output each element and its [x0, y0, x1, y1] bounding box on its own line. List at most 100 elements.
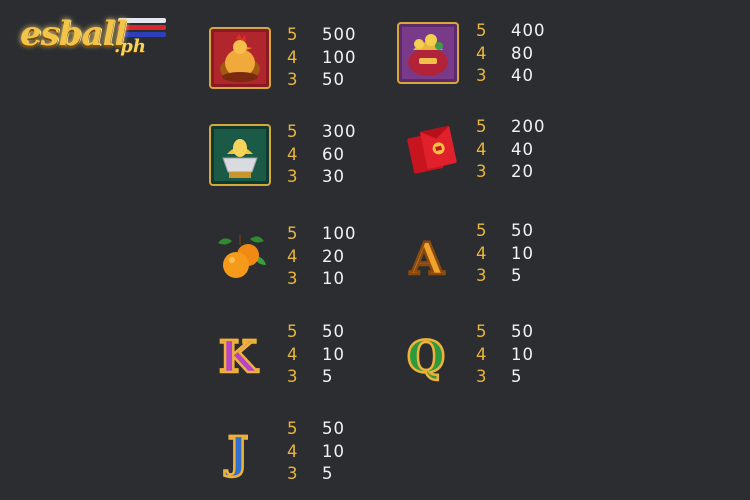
payout-value: 50: [322, 322, 345, 341]
pay-row: 4 20: [287, 246, 357, 269]
payout-value: 200: [511, 117, 546, 136]
pay-row: 3 30: [287, 166, 357, 189]
paytable-rows-gold-ingot: 5 300 4 60 3 30: [287, 121, 357, 189]
pay-row: 5 50: [287, 321, 345, 344]
pay-row: 3 10: [287, 268, 357, 291]
paytable-rows-letter-j: 5 50 4 10 35: [287, 418, 345, 486]
paytable-rows-letter-a: 5 50 4 10 35: [476, 220, 534, 288]
paytable-rows-letter-k: 5 50 4 10 35: [287, 321, 345, 389]
match-count: 4: [476, 344, 488, 364]
paytable-rows-oranges: 5 100 4 20 3 10: [287, 223, 357, 291]
match-count: 3: [476, 367, 488, 386]
match-count: 5: [476, 117, 488, 136]
esball-logo: esball .ph: [18, 12, 168, 64]
logo-main-text: esball: [20, 14, 127, 54]
pay-row: 3 40: [476, 65, 546, 88]
payout-value: 20: [511, 162, 534, 181]
pay-row: 35: [287, 366, 345, 389]
svg-text:A: A: [409, 234, 445, 285]
pay-row: 3 20: [476, 161, 546, 184]
pay-row: 5 400: [476, 20, 546, 43]
pay-row: 5 50: [476, 220, 534, 243]
match-count: 5: [476, 21, 488, 40]
svg-text:Q: Q: [407, 332, 445, 383]
payout-value: 80: [511, 43, 534, 63]
payout-value: 50: [511, 221, 534, 240]
match-count: 4: [476, 243, 488, 263]
pay-row: 4 10: [476, 344, 534, 367]
payout-value: 10: [511, 344, 534, 364]
pay-row: 4 10: [287, 344, 345, 367]
pay-row: 5 50: [287, 418, 345, 441]
payout-value: 50: [322, 419, 345, 438]
match-count: 4: [287, 144, 299, 164]
match-count: 5: [287, 322, 299, 341]
pay-row: 5 100: [287, 223, 357, 246]
pay-row: 35: [476, 265, 534, 288]
pay-row: 3 50: [287, 69, 357, 92]
payout-value: 20: [322, 246, 345, 266]
match-count: 5: [287, 419, 299, 438]
logo-sub-text: .ph: [114, 36, 146, 57]
match-count: 3: [476, 162, 488, 181]
payout-value: 50: [322, 70, 345, 89]
payout-value: 5: [322, 464, 334, 483]
match-count: 5: [476, 322, 488, 341]
payout-value: 40: [511, 139, 534, 159]
payout-value: 10: [322, 344, 345, 364]
payout-value: 100: [322, 224, 357, 243]
paytable-rows-red-envelope: 5 200 4 40 3 20: [476, 116, 546, 184]
pay-row: 4 60: [287, 144, 357, 167]
payout-value: 10: [511, 243, 534, 263]
match-count: 5: [287, 25, 299, 44]
pay-row: 5 50: [476, 321, 534, 344]
pay-row: 4 100: [287, 47, 357, 70]
golden-rooster-icon: [209, 27, 271, 89]
pay-row: 4 10: [287, 441, 345, 464]
pay-row: 5 500: [287, 24, 357, 47]
payout-value: 100: [322, 47, 357, 67]
match-count: 4: [287, 246, 299, 266]
payout-value: 5: [511, 266, 523, 285]
pay-row: 35: [287, 463, 345, 486]
pay-row: 4 10: [476, 243, 534, 266]
pay-row: 5 300: [287, 121, 357, 144]
payout-value: 500: [322, 25, 357, 44]
match-count: 4: [476, 43, 488, 63]
payout-value: 40: [511, 66, 534, 85]
letter-k-icon: K: [207, 324, 269, 386]
treasure-bag-icon: [397, 22, 459, 84]
paytable-rows-letter-q: 5 50 4 10 3 5: [476, 321, 534, 389]
letter-q-icon: Q: [395, 324, 457, 386]
match-count: 5: [476, 221, 488, 240]
match-count: 3: [287, 367, 299, 386]
match-count: 3: [287, 70, 299, 89]
payout-value: 10: [322, 269, 345, 288]
payout-value: 30: [322, 167, 345, 186]
payout-value: 60: [322, 144, 345, 164]
gold-ingot-icon: [209, 124, 271, 186]
match-count: 3: [476, 266, 488, 285]
payout-value: 5: [322, 367, 334, 386]
match-count: 3: [287, 464, 299, 483]
match-count: 3: [476, 66, 488, 85]
match-count: 4: [287, 441, 299, 461]
svg-text:K: K: [219, 332, 259, 383]
pay-row: 5 200: [476, 116, 546, 139]
red-envelope-icon: [400, 120, 462, 182]
match-count: 5: [287, 224, 299, 243]
match-count: 3: [287, 167, 299, 186]
letter-j-icon: J: [207, 420, 269, 482]
match-count: 4: [287, 47, 299, 67]
svg-text:J: J: [224, 428, 249, 479]
payout-value: 50: [511, 322, 534, 341]
payout-value: 10: [322, 441, 345, 461]
match-count: 3: [287, 269, 299, 288]
paytable-rows-golden-rooster: 5 500 4 100 3 50: [287, 24, 357, 92]
match-count: 4: [287, 344, 299, 364]
match-count: 5: [287, 122, 299, 141]
payout-value: 5: [511, 367, 523, 386]
pay-row: 4 80: [476, 43, 546, 66]
match-count: 4: [476, 139, 488, 159]
payout-value: 300: [322, 122, 357, 141]
